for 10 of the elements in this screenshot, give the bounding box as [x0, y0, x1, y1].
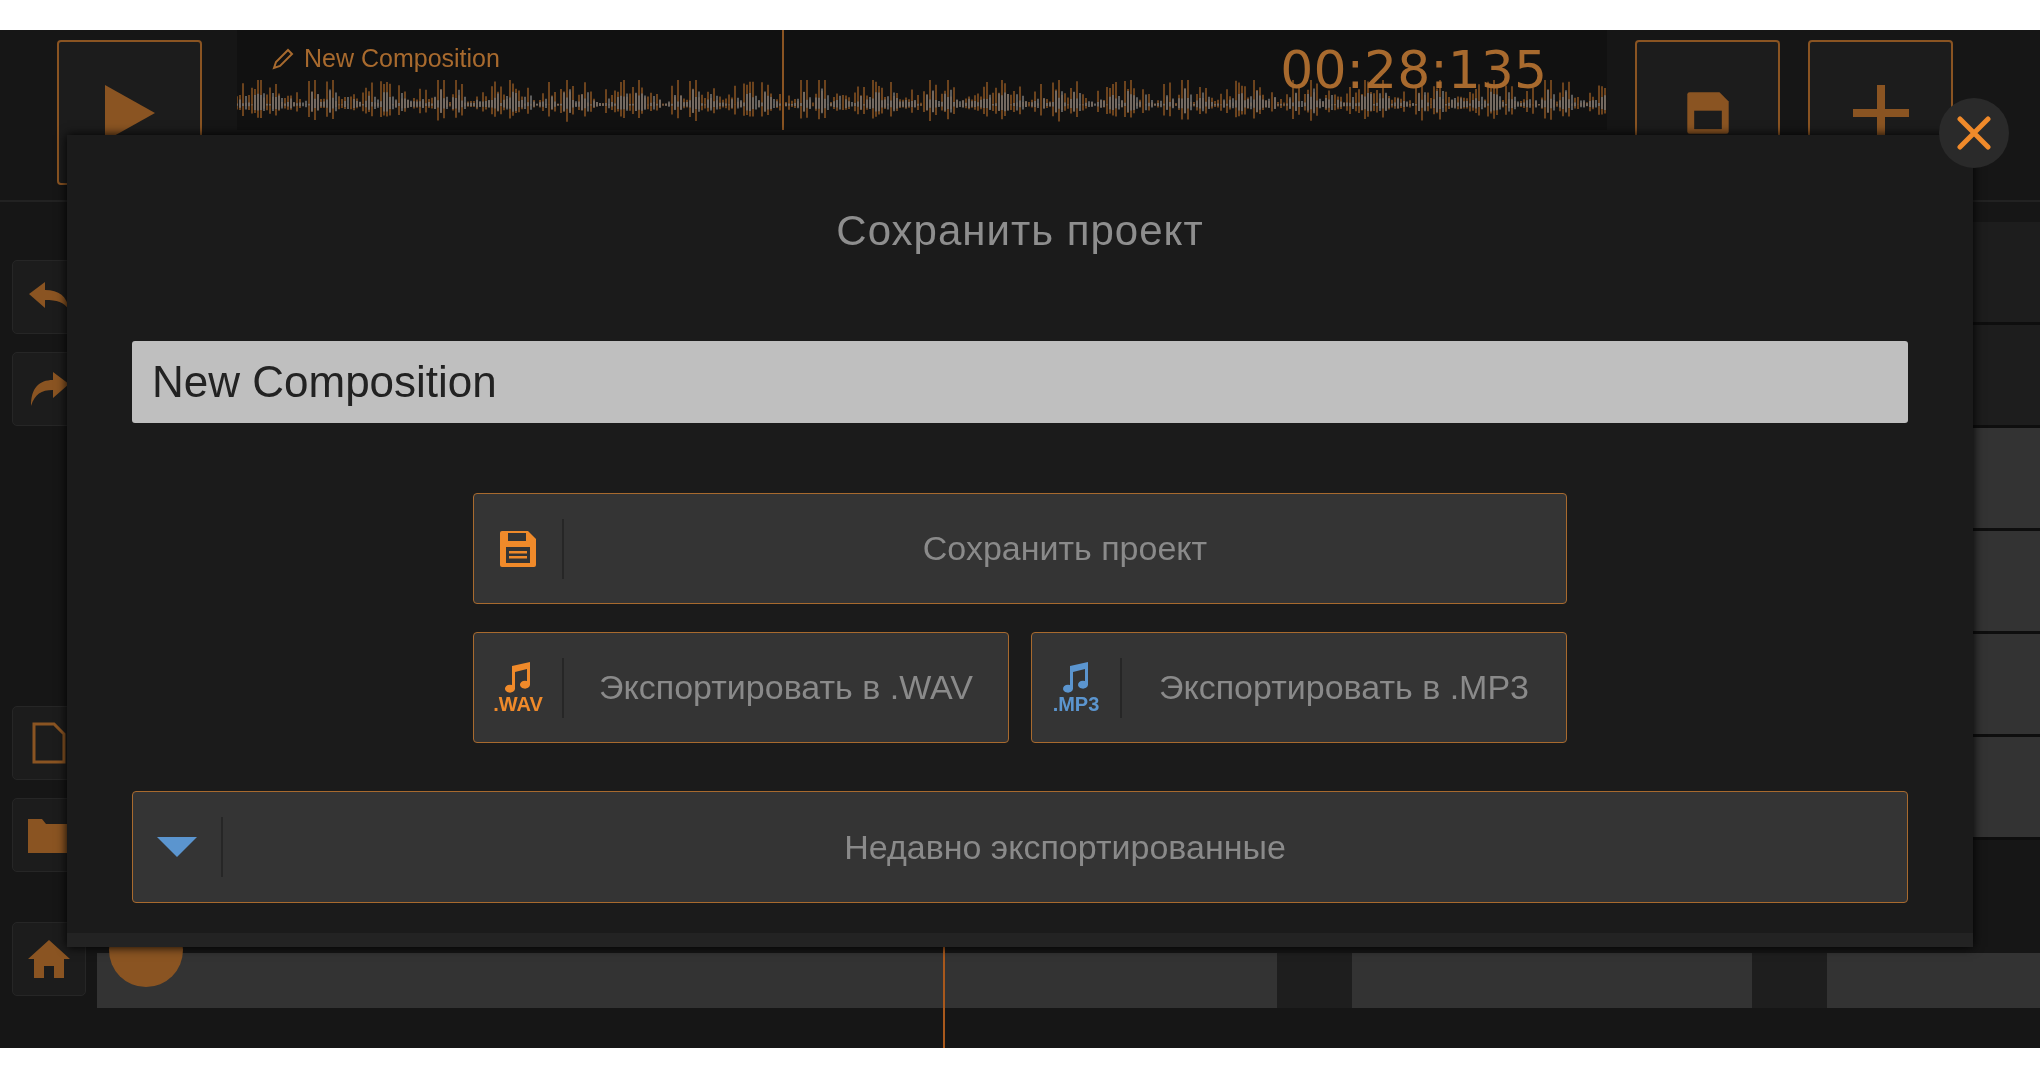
export-button[interactable]: .WAV Экспортировать в .WAV	[473, 632, 1009, 743]
export-button[interactable]: .MP3 Экспортировать в .MP3	[1031, 632, 1567, 743]
dialog-title: Сохранить проект	[836, 207, 1204, 255]
save-project-button[interactable]: Сохранить проект	[473, 493, 1567, 604]
composition-name: New Composition	[304, 44, 500, 73]
format-label: .WAV	[493, 693, 543, 714]
project-name-field[interactable]: New Composition	[132, 341, 1908, 423]
format-label: .MP3	[1052, 693, 1100, 714]
recent-exports-dropdown[interactable]: Недавно экспортированные	[132, 791, 1908, 903]
time-display: 00:28:135	[1280, 40, 1547, 100]
